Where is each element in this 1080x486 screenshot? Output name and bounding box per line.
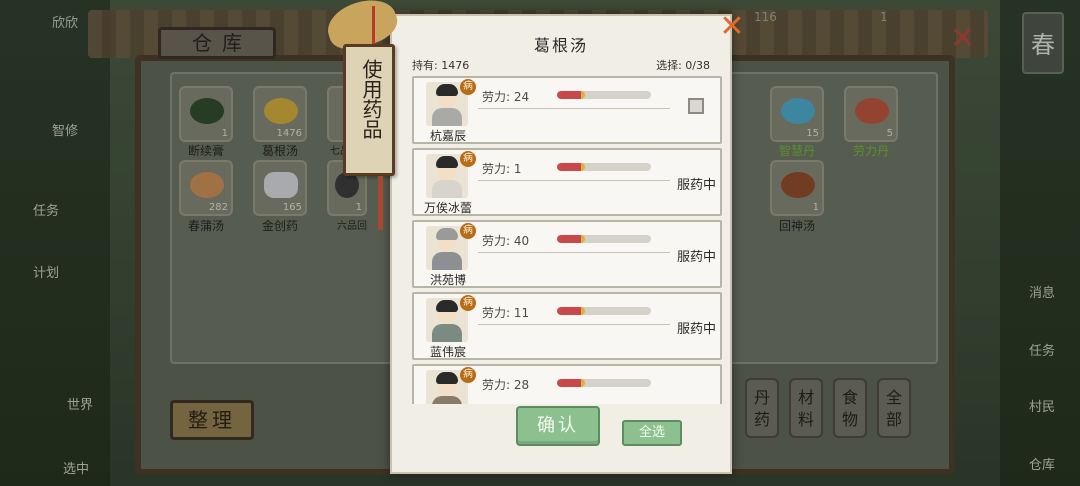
row-divider <box>478 180 670 181</box>
character-row[interactable]: 病 万俟冰蕾 劳力: 1 服药中 <box>412 148 722 216</box>
tag-string <box>372 6 375 46</box>
character-row[interactable]: 病 杭嘉辰 劳力: 24 <box>412 76 722 144</box>
row-divider <box>478 252 670 253</box>
tag-label: 使用药品 <box>359 59 383 139</box>
tag-tassel <box>378 176 383 230</box>
labor-bar-fill <box>557 307 586 315</box>
confirm-button[interactable]: 确认 <box>516 406 600 446</box>
labor-value: 劳力: 1 <box>482 162 522 176</box>
sick-badge: 病 <box>460 367 476 383</box>
labor-bar-fill <box>557 379 586 387</box>
labor-bar-fill <box>557 91 586 99</box>
dialog-title: 葛根汤 <box>533 36 588 55</box>
sick-badge: 病 <box>460 151 476 167</box>
labor-bar <box>557 91 651 99</box>
labor-bar <box>557 235 651 243</box>
character-name: 杭嘉辰 <box>429 129 466 143</box>
labor-bar-fill <box>557 235 586 243</box>
labor-bar <box>557 163 651 171</box>
character-row[interactable]: 病 劳力: 28 <box>412 364 722 404</box>
owned-count: 持有: 1476 <box>412 59 470 72</box>
selected-count: 选择: 0/38 <box>656 59 710 72</box>
sick-badge: 病 <box>460 79 476 95</box>
character-list[interactable]: 病 杭嘉辰 劳力: 24 病 万俟冰蕾 劳力: 1 服药中 病 洪苑博 劳力: … <box>412 74 722 404</box>
character-row[interactable]: 病 洪苑博 劳力: 40 服药中 <box>412 220 722 288</box>
medicating-status: 服药中 <box>676 322 716 337</box>
labor-value: 劳力: 11 <box>482 306 530 320</box>
labor-value: 劳力: 28 <box>482 378 530 392</box>
select-checkbox[interactable] <box>688 98 704 114</box>
character-name: 蓝伟宸 <box>429 345 466 359</box>
row-divider <box>478 108 670 109</box>
labor-bar <box>557 379 651 387</box>
medicating-status: 服药中 <box>676 250 716 265</box>
character-row[interactable]: 病 蓝伟宸 劳力: 11 服药中 <box>412 292 722 360</box>
labor-value: 劳力: 40 <box>482 234 530 248</box>
character-name: 洪苑博 <box>429 273 466 287</box>
close-icon[interactable]: ✕ <box>718 12 746 42</box>
labor-value: 劳力: 24 <box>482 90 530 104</box>
row-divider <box>478 324 670 325</box>
character-name: 万俟冰蕾 <box>423 201 472 215</box>
use-medicine-tag: 使用药品 <box>343 44 395 176</box>
use-medicine-dialog: 葛根汤 持有: 1476 选择: 0/38 病 杭嘉辰 劳力: 24 病 万俟冰… <box>390 14 732 474</box>
labor-bar-fill <box>557 163 586 171</box>
select-all-button[interactable]: 全选 <box>622 420 682 446</box>
sick-badge: 病 <box>460 223 476 239</box>
labor-bar <box>557 307 651 315</box>
medicating-status: 服药中 <box>676 178 716 193</box>
sick-badge: 病 <box>460 295 476 311</box>
